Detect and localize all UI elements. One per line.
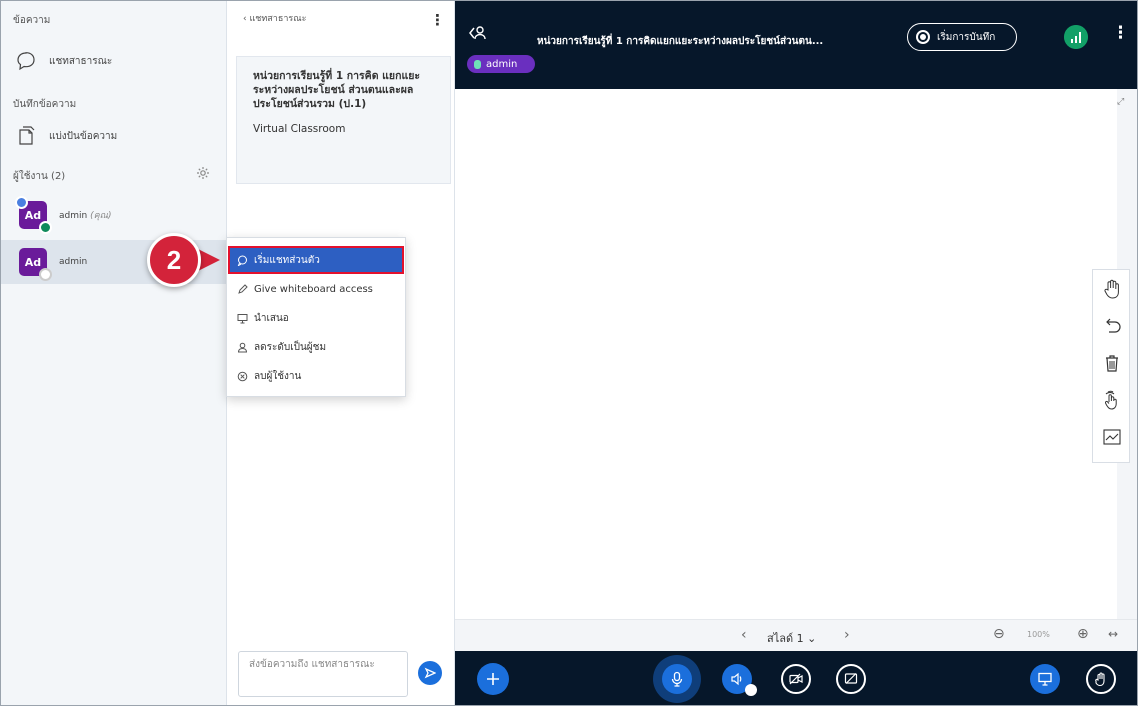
zoom-out-icon[interactable]: ⊖ [993, 626, 1005, 642]
menu-item-label: ลบผู้ใช้งาน [254, 370, 302, 382]
public-chat-link[interactable]: แชทสาธารณะ [15, 50, 112, 72]
share-screen-button[interactable] [836, 664, 866, 694]
toggle-userlist-icon[interactable] [469, 25, 487, 41]
talking-indicator: admin [467, 55, 535, 73]
mute-button[interactable] [662, 664, 692, 694]
menu-item-label: เริ่มแชทส่วนตัว [254, 254, 320, 266]
shared-notes-link[interactable]: แบ่งปันข้อความ [15, 125, 117, 147]
avatar-initials: Ad [24, 255, 42, 269]
chart-icon[interactable] [1101, 426, 1123, 448]
user-name-text: admin [59, 211, 88, 221]
presentation-toggle-button[interactable] [1030, 664, 1060, 694]
actions-bar [455, 651, 1137, 705]
user-list-panel: ข้อความ แชทสาธารณะ บันทึกข้อความ แบ่งปัน… [1, 1, 227, 705]
slide-controls: ‹ สไลด์ 1 ⌄ › ⊖ 100% ⊕ ↔ [455, 619, 1137, 651]
prev-slide-icon[interactable]: ‹ [741, 627, 747, 643]
camera-off-icon [789, 673, 803, 685]
menu-item-label: นำเสนอ [254, 312, 289, 324]
next-slide-icon[interactable]: › [844, 627, 850, 643]
screen-share-off-icon [844, 673, 858, 684]
hand-icon [1095, 672, 1105, 687]
slide-select[interactable]: สไลด์ 1 ⌄ [767, 629, 816, 647]
remove-circle-icon [237, 371, 248, 381]
messages-section-title: ข้อความ [13, 15, 51, 26]
actions-plus-button[interactable] [477, 663, 509, 695]
step-marker: 2 [147, 233, 201, 287]
user-name: admin (คุณ) [59, 208, 111, 222]
presentation-icon [237, 313, 248, 323]
chat-message-input[interactable]: ส่งข้อความถึง แชทสาธารณะ [238, 651, 408, 697]
gear-icon[interactable] [196, 166, 210, 180]
raise-hand-button[interactable] [1086, 664, 1116, 694]
microphone-icon [671, 671, 683, 687]
fullscreen-icon[interactable]: ⤢ [1117, 97, 1124, 107]
audio-settings-icon[interactable] [745, 684, 757, 696]
menu-item-remove-user[interactable]: ลบผู้ใช้งาน [230, 364, 402, 388]
slide-label: สไลด์ 1 [767, 632, 804, 645]
connection-status-icon[interactable] [1064, 25, 1088, 49]
user-context-menu: เริ่มแชทส่วนตัว Give whiteboard access น… [226, 237, 406, 397]
share-webcam-button[interactable] [781, 664, 811, 694]
record-icon [916, 30, 930, 44]
send-button[interactable] [418, 661, 442, 685]
welcome-subtitle: Virtual Classroom [253, 123, 346, 135]
talking-user: admin [486, 58, 518, 70]
trash-icon[interactable] [1101, 352, 1123, 374]
chat-title: แชทสาธารณะ [249, 14, 307, 24]
notes-icon [19, 126, 35, 145]
chat-bubble-icon [17, 52, 35, 71]
zoom-level[interactable]: 100% [1027, 630, 1050, 639]
undo-icon[interactable] [1101, 315, 1123, 337]
record-label: เริ่มการบันทึก [937, 31, 996, 43]
you-suffix: (คุณ) [90, 211, 112, 221]
status-dot-icon [39, 268, 52, 281]
send-icon [424, 667, 436, 679]
plus-icon [487, 673, 499, 685]
menu-item-demote-viewer[interactable]: ลดระดับเป็นผู้ชม [230, 335, 402, 359]
user-icon [237, 342, 248, 352]
menu-item-label: ลดระดับเป็นผู้ชม [254, 341, 327, 353]
meeting-title: หน่วยการเรียนรู้ที่ 1 การคิดแยกแยะระหว่า… [537, 36, 824, 47]
shared-notes-label: แบ่งปันข้อความ [49, 130, 118, 142]
welcome-title: หน่วยการเรียนรู้ที่ 1 การคิด แยกแยะระหว่… [253, 70, 421, 110]
avatar-initials: Ad [24, 208, 42, 222]
users-section-title: ผู้ใช้งาน (2) [13, 171, 66, 182]
chevron-down-icon: ⌄ [807, 632, 817, 645]
menu-item-private-chat[interactable]: เริ่มแชทส่วนตัว [228, 246, 404, 274]
menu-item-label: Give whiteboard access [254, 283, 373, 295]
menu-item-whiteboard-access[interactable]: Give whiteboard access [230, 277, 402, 301]
avatar: Ad [19, 248, 52, 281]
speaker-icon [731, 672, 742, 686]
hand-tool-icon[interactable] [1101, 278, 1123, 300]
mic-status-icon [39, 221, 52, 234]
avatar: Ad [15, 196, 52, 234]
start-recording-button[interactable]: เริ่มการบันทึก [907, 23, 1017, 51]
menu-item-present[interactable]: นำเสนอ [230, 306, 402, 330]
presentation-icon [1038, 672, 1052, 686]
whiteboard-toolbar [1092, 269, 1130, 463]
user-name-text: admin [59, 257, 88, 267]
chat-back-button[interactable]: ‹ แชทสาธารณะ [243, 11, 306, 25]
chat-bubble-icon [237, 255, 247, 266]
user-row-self[interactable]: Ad admin (คุณ) [1, 193, 227, 237]
welcome-message: หน่วยการเรียนรู้ที่ 1 การคิด แยกแยะระหว่… [236, 56, 451, 184]
presentation-area: ⤢ [455, 89, 1137, 619]
whiteboard-canvas[interactable] [455, 89, 1117, 619]
notes-section-title: บันทึกข้อความ [13, 99, 77, 110]
pencil-icon [238, 283, 248, 294]
presenter-badge-icon [15, 196, 28, 209]
multi-user-pen-icon[interactable] [1101, 389, 1123, 411]
chat-options-icon[interactable]: ⋮ [430, 11, 445, 29]
step-marker-arrow [198, 249, 220, 271]
options-menu-icon[interactable]: ⋮ [1112, 23, 1129, 43]
user-name: admin [59, 257, 87, 267]
mic-icon [474, 59, 481, 69]
public-chat-label: แชทสาธารณะ [49, 55, 113, 67]
top-navbar: หน่วยการเรียนรู้ที่ 1 การคิดแยกแยะระหว่า… [455, 1, 1137, 89]
zoom-in-icon[interactable]: ⊕ [1077, 626, 1089, 642]
fit-width-icon[interactable]: ↔ [1108, 627, 1118, 641]
